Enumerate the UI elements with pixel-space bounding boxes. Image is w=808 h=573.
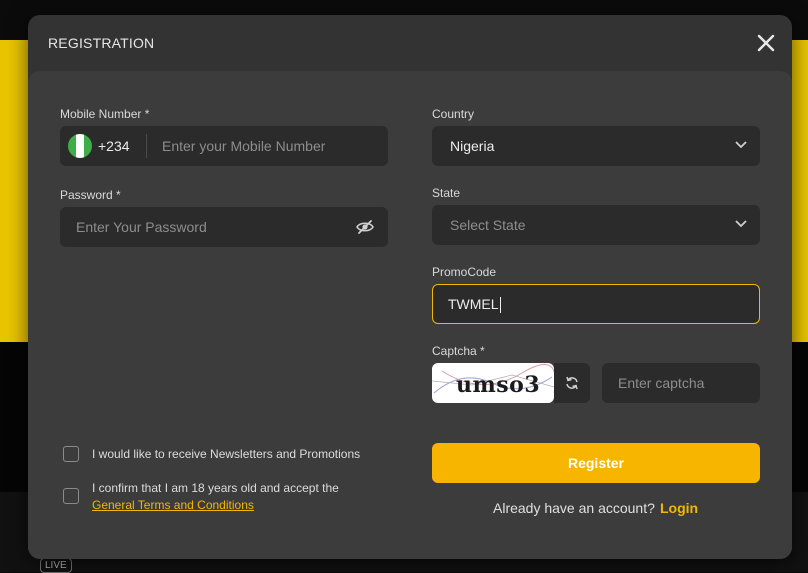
newsletter-label: I would like to receive Newsletters and …: [92, 447, 361, 461]
captcha-label: Captcha *: [432, 344, 485, 358]
promocode-input[interactable]: TWMEL: [432, 284, 760, 324]
country-code: +234: [98, 138, 130, 154]
chevron-down-icon: [735, 220, 747, 228]
nigeria-flag-icon: [68, 134, 92, 158]
mobile-input[interactable]: Enter your Mobile Number: [162, 138, 325, 154]
password-input[interactable]: Enter Your Password: [76, 219, 207, 235]
terms-label: I confirm that I am 18 years old and acc…: [92, 480, 339, 514]
modal-title: REGISTRATION: [48, 35, 155, 51]
already-account-text: Already have an account?: [493, 500, 655, 516]
state-value: Select State: [450, 217, 526, 233]
login-link[interactable]: Login: [660, 500, 698, 516]
country-label: Country: [432, 107, 475, 121]
country-select[interactable]: Nigeria: [432, 126, 760, 166]
promocode-label: PromoCode: [432, 265, 497, 279]
registration-modal: REGISTRATION Mobile Number * +234 Enter …: [28, 15, 792, 559]
terms-link[interactable]: General Terms and Conditions: [92, 498, 254, 512]
registration-form: Mobile Number * +234 Enter your Mobile N…: [28, 71, 792, 559]
promocode-value: TWMEL: [448, 296, 499, 312]
refresh-icon: [566, 376, 578, 390]
captcha-placeholder: Enter captcha: [618, 375, 705, 391]
mobile-label: Mobile Number *: [60, 107, 150, 121]
captcha-refresh-button[interactable]: [554, 363, 590, 403]
text-caret: [499, 297, 501, 314]
close-button[interactable]: [754, 31, 778, 55]
field-divider: [146, 134, 147, 158]
state-label: State: [432, 186, 461, 200]
live-badge: LIVE: [40, 558, 72, 573]
password-field[interactable]: Enter Your Password: [60, 207, 388, 247]
close-icon: [757, 34, 775, 52]
captcha-text: umso3: [456, 372, 541, 398]
terms-prefix: I confirm that I am 18 years old and acc…: [92, 481, 339, 495]
mobile-field[interactable]: +234 Enter your Mobile Number: [60, 126, 388, 166]
register-button[interactable]: Register: [432, 443, 760, 483]
chevron-down-icon: [735, 141, 747, 149]
terms-checkbox[interactable]: [63, 488, 79, 504]
country-value: Nigeria: [450, 138, 495, 154]
modal-header: REGISTRATION: [28, 15, 792, 71]
captcha-input[interactable]: Enter captcha: [602, 363, 760, 403]
newsletter-checkbox[interactable]: [63, 446, 79, 462]
password-label: Password *: [60, 188, 121, 202]
eye-off-icon[interactable]: [356, 219, 374, 235]
captcha-image: umso3: [432, 363, 554, 403]
state-select[interactable]: Select State: [432, 205, 760, 245]
